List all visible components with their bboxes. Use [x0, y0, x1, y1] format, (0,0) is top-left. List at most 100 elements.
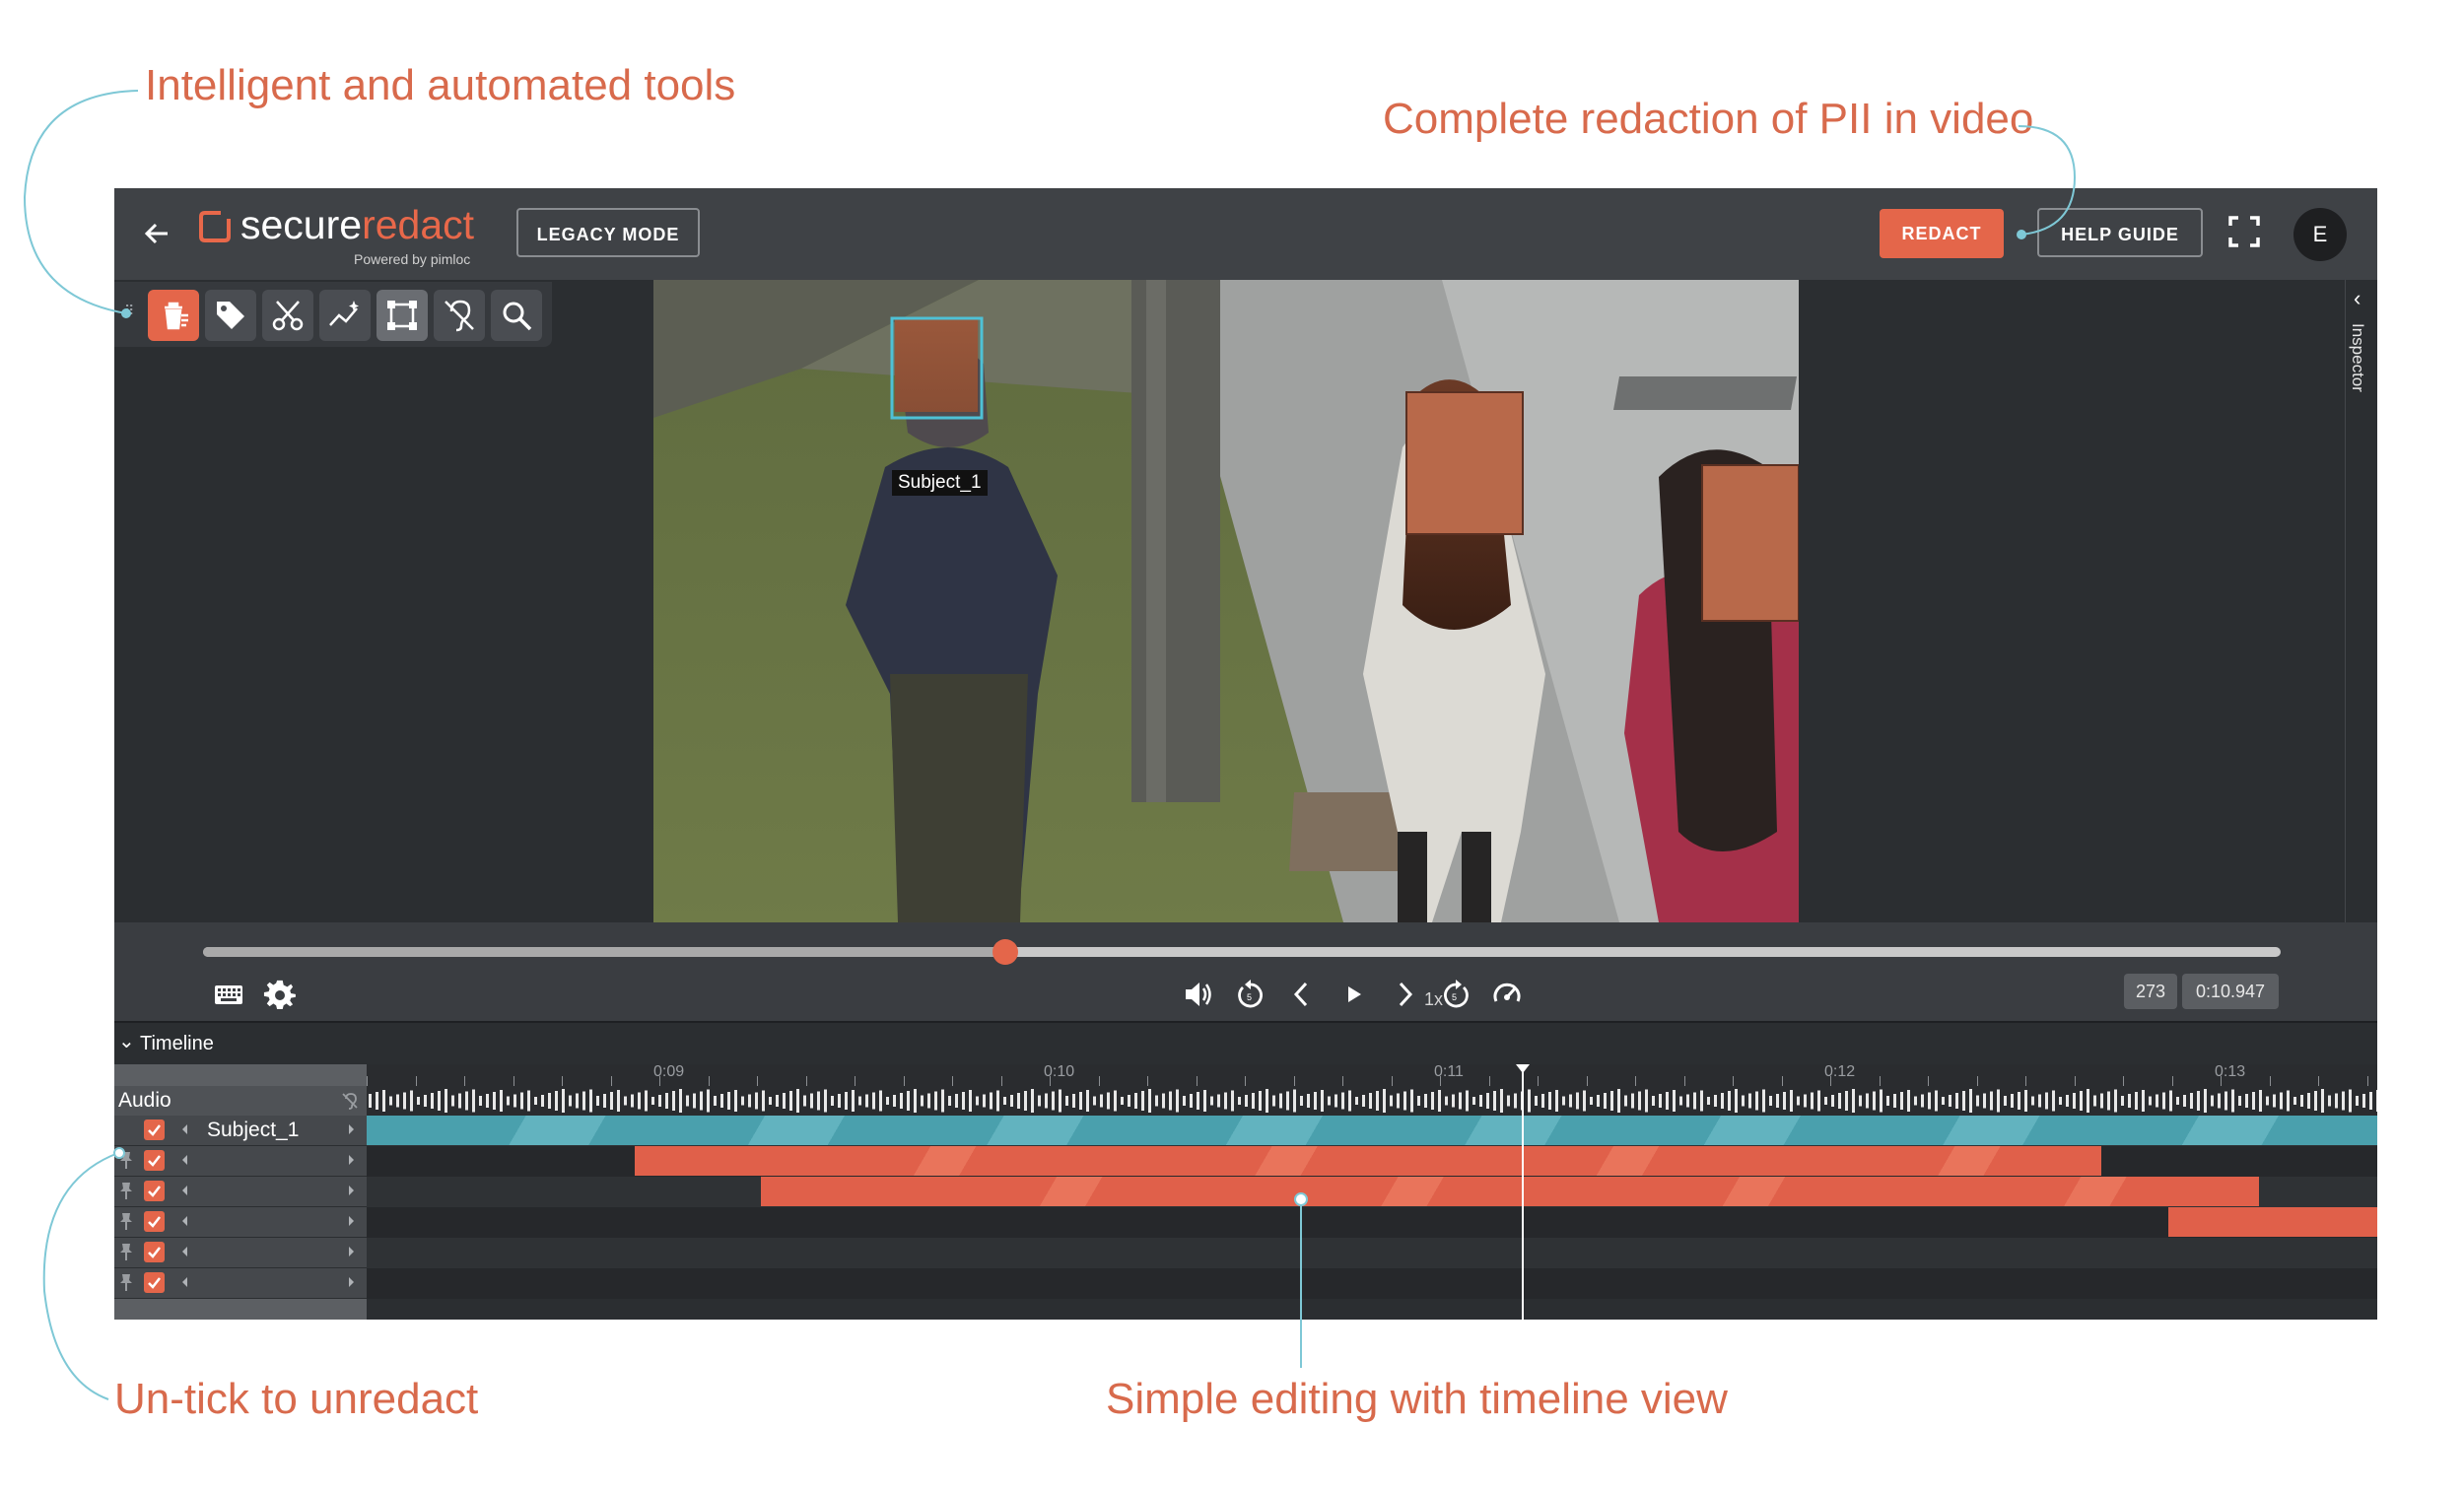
caret-right-icon[interactable] [347, 1183, 357, 1198]
settings-gear-icon[interactable] [263, 978, 297, 1011]
track-lane[interactable] [367, 1146, 2377, 1177]
scrubber-thumb[interactable] [992, 939, 1018, 965]
caret-right-icon[interactable] [347, 1244, 357, 1259]
caret-right-icon[interactable] [347, 1213, 357, 1229]
waveform-bar [1252, 1093, 1255, 1109]
waveform-bar [990, 1092, 992, 1110]
redact-tool-icon[interactable] [148, 290, 199, 341]
redact-checkbox[interactable] [144, 1272, 165, 1293]
ruler-tick [708, 1076, 710, 1086]
waveform-bar [520, 1092, 523, 1110]
ruler-tick [855, 1076, 856, 1086]
waveform-bar [1065, 1096, 1068, 1106]
waveform-bar [734, 1090, 737, 1112]
face-redaction-box-1[interactable] [1405, 391, 1524, 535]
audio-waveform[interactable] [367, 1086, 2377, 1116]
caret-left-icon[interactable] [179, 1121, 189, 1137]
drag-handle-icon[interactable]: ⠿ [124, 304, 136, 322]
search-icon[interactable] [491, 290, 542, 341]
help-guide-button[interactable]: HELP GUIDE [2037, 208, 2203, 257]
track-lane[interactable] [367, 1116, 2377, 1146]
back-arrow-icon[interactable] [138, 214, 177, 253]
waveform-bar [638, 1092, 641, 1110]
redact-button[interactable]: REDACT [1880, 209, 2004, 258]
chevron-down-icon[interactable]: ⌄ [118, 1029, 135, 1053]
pin-icon[interactable] [118, 1150, 134, 1170]
audio-redact-icon[interactable] [434, 290, 485, 341]
waveform-bar [2156, 1094, 2158, 1108]
waveform-bar [1059, 1089, 1061, 1113]
redact-checkbox[interactable] [144, 1120, 165, 1140]
waveform-bar [1176, 1089, 1179, 1113]
redact-checkbox[interactable] [144, 1150, 165, 1171]
track-label[interactable]: Subject_1 [207, 1119, 299, 1142]
redaction-segment[interactable] [2168, 1207, 2377, 1237]
rewind-icon[interactable]: 5 [1234, 978, 1267, 1011]
waveform-bar [1397, 1093, 1400, 1109]
logo-subtitle: Powered by pimloc [354, 251, 471, 267]
track-lane[interactable] [367, 1268, 2377, 1299]
caret-left-icon[interactable] [179, 1183, 189, 1198]
inspector-panel[interactable]: ‹ Inspector [2345, 280, 2377, 922]
pin-icon[interactable] [118, 1181, 134, 1200]
previous-frame-icon[interactable] [1285, 978, 1319, 1011]
keyboard-icon[interactable] [212, 978, 245, 1011]
scrubber[interactable] [203, 939, 2281, 965]
track-lane[interactable] [367, 1177, 2377, 1207]
chevron-left-icon[interactable]: ‹ [2354, 286, 2361, 311]
waveform-bar [1410, 1089, 1413, 1113]
caret-left-icon[interactable] [179, 1244, 189, 1259]
waveform-bar [424, 1095, 427, 1107]
caret-left-icon[interactable] [179, 1213, 189, 1229]
waveform-bar [1590, 1097, 1593, 1105]
subject-track-segment[interactable] [367, 1116, 2377, 1145]
redaction-segment[interactable] [635, 1146, 2101, 1176]
scissors-icon[interactable] [262, 290, 313, 341]
playhead[interactable] [1522, 1064, 1524, 1320]
playhead-marker-icon[interactable] [1516, 1064, 1530, 1073]
playback-speed[interactable]: 1x [1424, 989, 1443, 1010]
caret-left-icon[interactable] [179, 1152, 189, 1168]
timeline-ruler[interactable]: 0:09 0:10 0:11 0:12 0:13 [367, 1063, 2377, 1086]
inspector-label[interactable]: Inspector [2348, 323, 2367, 392]
pin-icon[interactable] [118, 1211, 134, 1231]
redact-checkbox[interactable] [144, 1242, 165, 1262]
waveform-bar [1776, 1094, 1779, 1108]
play-icon[interactable] [1336, 978, 1370, 1011]
waveform-bar [976, 1096, 979, 1106]
bounding-box-icon[interactable] [376, 290, 428, 341]
audio-redact-toggle-icon[interactable] [341, 1092, 359, 1110]
waveform-bar [2224, 1091, 2227, 1111]
waveform-bar [1921, 1094, 1924, 1108]
waveform-bar [762, 1090, 765, 1112]
redaction-segment[interactable] [761, 1177, 2259, 1206]
caret-right-icon[interactable] [347, 1274, 357, 1290]
speed-gauge-icon[interactable] [1490, 978, 1524, 1011]
track-lane[interactable] [367, 1207, 2377, 1238]
caret-left-icon[interactable] [179, 1274, 189, 1290]
redact-checkbox[interactable] [144, 1211, 165, 1232]
pin-icon[interactable] [118, 1242, 134, 1261]
caret-right-icon[interactable] [347, 1121, 357, 1137]
redact-checkbox[interactable] [144, 1181, 165, 1201]
user-avatar[interactable]: E [2293, 208, 2347, 261]
waveform-bar [2066, 1095, 2069, 1107]
video-frame[interactable]: Subject_1 [653, 280, 1799, 922]
waveform-bar [569, 1095, 572, 1107]
caret-right-icon[interactable] [347, 1152, 357, 1168]
track-lane[interactable] [367, 1238, 2377, 1268]
waveform-bar [1969, 1089, 1972, 1113]
tag-icon[interactable] [205, 290, 256, 341]
waveform-bar [2142, 1090, 2145, 1112]
next-frame-icon[interactable] [1388, 978, 1421, 1011]
waveform-bar [838, 1094, 841, 1108]
fullscreen-icon[interactable] [2226, 214, 2262, 249]
timeline-header[interactable]: ⌄ Timeline [114, 1021, 2377, 1066]
auto-track-icon[interactable] [319, 290, 371, 341]
face-redaction-box-2[interactable] [1701, 464, 1799, 622]
volume-icon[interactable] [1182, 978, 1215, 1011]
forward-icon[interactable]: 5 [1439, 978, 1472, 1011]
pin-icon[interactable] [118, 1272, 134, 1292]
legacy-mode-button[interactable]: LEGACY MODE [516, 208, 700, 257]
waveform-bar [2093, 1095, 2096, 1107]
